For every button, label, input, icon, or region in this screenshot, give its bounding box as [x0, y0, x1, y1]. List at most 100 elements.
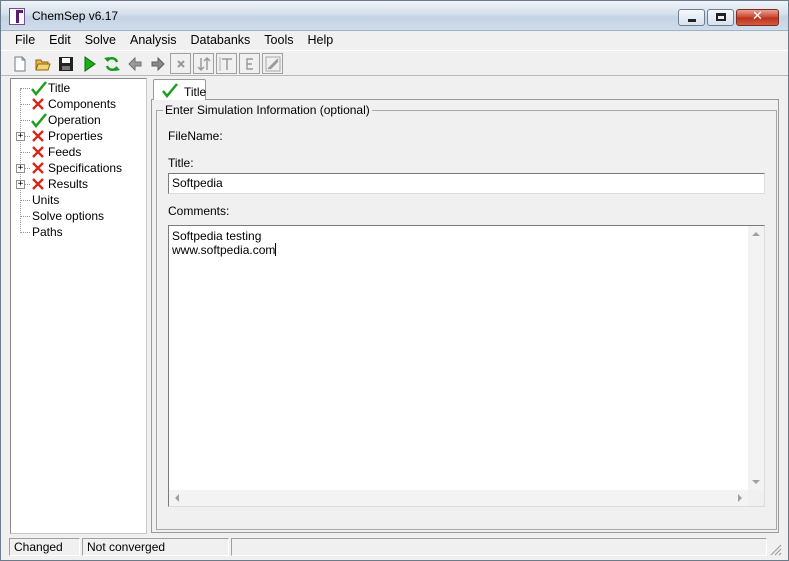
- tree-item-feeds[interactable]: Feeds: [11, 144, 146, 160]
- new-button[interactable]: [9, 53, 30, 74]
- menu-edit[interactable]: Edit: [42, 32, 78, 49]
- menu-analysis[interactable]: Analysis: [123, 32, 184, 49]
- tree-item-results[interactable]: + Results: [11, 176, 146, 192]
- title-label: Title:: [168, 156, 194, 170]
- text-t-icon: [219, 56, 232, 71]
- close-button[interactable]: ✕: [736, 9, 779, 26]
- window-controls: ✕: [676, 9, 779, 26]
- open-folder-icon: [35, 59, 51, 70]
- check-icon: [31, 113, 47, 128]
- new-file-icon: [14, 56, 26, 71]
- scroll-right-icon[interactable]: [738, 494, 742, 502]
- scroll-down-icon[interactable]: [752, 480, 760, 484]
- check-icon: [162, 83, 178, 98]
- tree-branch-line: [20, 88, 30, 89]
- navigation-tree[interactable]: Title Components Operation + Properties Feeds…: [10, 78, 147, 534]
- tree-item-label: Units: [32, 193, 60, 207]
- tree-item-label: Paths: [32, 225, 63, 239]
- comments-line-2: www.softpedia.com: [172, 243, 277, 257]
- resize-grip-icon[interactable]: [770, 544, 782, 556]
- text-t-button[interactable]: [216, 52, 237, 74]
- forward-arrow-icon: [151, 56, 165, 71]
- solve-button[interactable]: [78, 53, 99, 74]
- minimize-button[interactable]: [678, 9, 705, 26]
- pencil-ruler-icon: [265, 56, 281, 71]
- scroll-left-icon[interactable]: [175, 494, 179, 502]
- title-input[interactable]: Softpedia: [168, 173, 765, 194]
- delete-x-icon: [177, 59, 185, 68]
- tree-item-label: Solve options: [32, 209, 105, 223]
- filename-label: FileName:: [168, 129, 223, 143]
- minimize-icon: [688, 19, 696, 22]
- tab-title[interactable]: Title: [153, 79, 206, 100]
- delete-button[interactable]: [170, 52, 191, 74]
- tree-item-properties[interactable]: + Properties: [11, 128, 146, 144]
- status-convergence: Not converged: [82, 538, 229, 556]
- content-panel: Enter Simulation Information (optional) …: [150, 77, 781, 534]
- title-bar[interactable]: ChemSep v6.17 ✕: [1, 1, 788, 31]
- tree-item-label: Components: [48, 97, 117, 111]
- save-disk-icon: [59, 56, 73, 71]
- text-e-icon: [246, 57, 253, 70]
- expand-plus-icon[interactable]: +: [16, 132, 25, 141]
- maximize-button[interactable]: [707, 9, 734, 26]
- forward-button[interactable]: [147, 53, 168, 74]
- pencil-button[interactable]: [262, 52, 283, 74]
- simulation-info-group: Enter Simulation Information (optional) …: [156, 103, 777, 530]
- refresh-icon: [104, 56, 120, 71]
- swap-icon: [197, 56, 211, 71]
- comments-line-2-text: www.softpedia.com: [172, 243, 276, 257]
- tree-branch-line: [20, 232, 30, 233]
- save-button[interactable]: [55, 53, 76, 74]
- menu-databanks[interactable]: Databanks: [184, 32, 258, 49]
- scroll-up-icon[interactable]: [752, 232, 760, 236]
- tree-branch-line: [20, 152, 30, 153]
- vertical-scrollbar[interactable]: [748, 226, 764, 490]
- tree-item-label: Properties: [48, 129, 103, 143]
- tree-item-label: Specifications: [48, 161, 123, 175]
- scrollbar-corner: [748, 490, 764, 506]
- open-button[interactable]: [32, 53, 53, 74]
- tree-item-title[interactable]: Title: [11, 80, 146, 96]
- group-title: Enter Simulation Information (optional): [163, 103, 372, 117]
- chemsep-app-icon[interactable]: [9, 8, 25, 25]
- cross-icon: [31, 97, 45, 111]
- tree-branch-line: [20, 216, 30, 217]
- cross-icon: [31, 177, 45, 191]
- comments-line-1: Softpedia testing: [172, 229, 262, 243]
- maximize-icon: [716, 13, 726, 21]
- status-bar: Changed Not converged: [1, 537, 788, 560]
- menu-solve[interactable]: Solve: [78, 32, 123, 49]
- tree-branch-line: [20, 120, 30, 121]
- menu-file[interactable]: File: [8, 32, 42, 49]
- cross-icon: [31, 129, 45, 143]
- status-extra: [231, 538, 767, 556]
- window-title: ChemSep v6.17: [32, 9, 119, 23]
- tree-item-components[interactable]: Components: [11, 96, 146, 112]
- tree-item-label: Title: [48, 81, 71, 95]
- app-window: ChemSep v6.17 ✕ File Edit Solve Analysis…: [0, 0, 789, 561]
- horizontal-scrollbar[interactable]: [169, 490, 748, 506]
- tree-item-solve-options[interactable]: Solve options: [11, 208, 146, 224]
- status-changed: Changed: [9, 538, 80, 556]
- tree-item-label: Feeds: [48, 145, 82, 159]
- text-e-button[interactable]: [239, 52, 260, 74]
- comments-textarea[interactable]: Softpedia testing www.softpedia.com: [168, 225, 765, 507]
- menu-help[interactable]: Help: [300, 32, 340, 49]
- cross-icon: [31, 145, 45, 159]
- refresh-button[interactable]: [101, 53, 122, 74]
- tab-page: Enter Simulation Information (optional) …: [151, 99, 779, 533]
- tab-title-label: Title: [184, 85, 207, 99]
- tree-item-specifications[interactable]: + Specifications: [11, 160, 146, 176]
- solve-play-icon: [84, 55, 96, 72]
- back-arrow-icon: [128, 56, 142, 71]
- tree-item-paths[interactable]: Paths: [11, 224, 146, 240]
- swap-button[interactable]: [193, 52, 214, 74]
- back-button[interactable]: [124, 53, 145, 74]
- expand-plus-icon[interactable]: +: [16, 164, 25, 173]
- tree-item-units[interactable]: Units: [11, 192, 146, 208]
- expand-plus-icon[interactable]: +: [16, 180, 25, 189]
- menu-tools[interactable]: Tools: [257, 32, 300, 49]
- check-icon: [31, 81, 47, 96]
- tree-item-operation[interactable]: Operation: [11, 112, 146, 128]
